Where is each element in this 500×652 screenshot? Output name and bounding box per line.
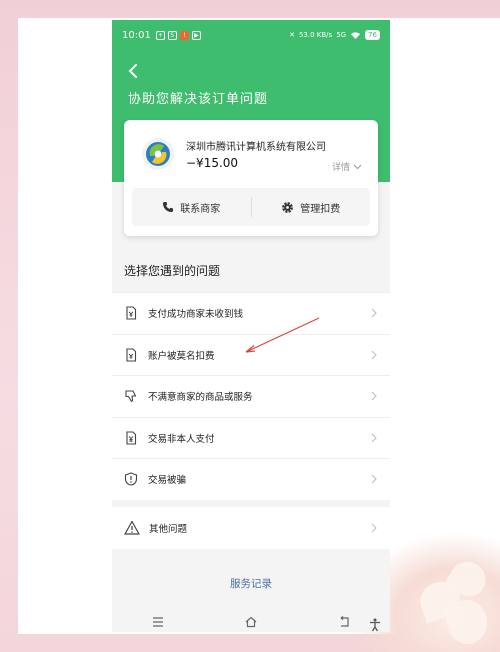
notification-icon: + — [155, 30, 165, 40]
net-speed: 53.0 KB/s — [298, 31, 333, 39]
gear-icon — [282, 201, 294, 213]
chevron-right-icon — [371, 350, 377, 360]
receipt-icon — [126, 348, 137, 362]
warning-triangle-icon — [124, 520, 140, 535]
other-issues-item[interactable]: 其他问题 — [112, 507, 390, 549]
list-item-label: 账户被莫名扣费 — [148, 350, 215, 362]
wifi-icon — [351, 31, 361, 39]
section-title: 选择您遇到的问题 — [124, 264, 221, 278]
service-record-link[interactable]: 服务记录 — [112, 576, 390, 591]
status-bar: 10:01 + S ! ▶ ✕ 53.0 KB/s 5G 76 — [112, 20, 390, 50]
contact-merchant-label: 联系商家 — [180, 203, 221, 215]
chevron-right-icon — [371, 523, 377, 533]
merchant-actions: 联系商家 管理扣费 — [132, 188, 370, 226]
list-item[interactable]: 不满意商家的商品或服务 — [112, 375, 390, 417]
back-nav-icon[interactable] — [337, 616, 351, 628]
chevron-down-icon — [353, 164, 362, 169]
notification-icon: ! — [179, 30, 189, 40]
status-right: ✕ 53.0 KB/s 5G 76 — [289, 30, 380, 40]
back-arrow-icon[interactable] — [126, 62, 140, 80]
chevron-right-icon — [371, 308, 377, 318]
problem-list: 支付成功商家未收到钱 账户被莫名扣费 不满意商家的商品或服务 交易非本人支付 交… — [112, 292, 390, 500]
thumbs-down-icon — [125, 390, 137, 403]
merchant-name: 深圳市腾讯计算机系统有限公司 — [186, 142, 326, 153]
mute-icon: ✕ — [289, 31, 295, 39]
list-item[interactable]: 交易非本人支付 — [112, 416, 390, 459]
detail-label: 详情 — [331, 163, 350, 173]
notification-icon: S — [167, 30, 177, 40]
transaction-amount: −¥15.00 — [186, 156, 239, 170]
system-nav-bar — [112, 612, 390, 632]
detail-toggle[interactable]: 详情 — [332, 160, 362, 173]
manage-deduction-button[interactable]: 管理扣费 — [252, 188, 371, 226]
phone-screen: 10:01 + S ! ▶ ✕ 53.0 KB/s 5G 76 协助您解决该订单… — [112, 20, 390, 632]
merchant-card: 深圳市腾讯计算机系统有限公司 −¥15.00 详情 联系商家 管理扣费 — [124, 120, 378, 236]
battery-icon: 76 — [365, 30, 380, 40]
merchant-logo — [142, 138, 174, 170]
manage-deduction-label: 管理扣费 — [300, 203, 341, 215]
receipt-icon — [126, 306, 137, 320]
list-item[interactable]: 支付成功商家未收到钱 — [112, 292, 390, 334]
home-icon[interactable] — [244, 616, 258, 628]
contact-merchant-button[interactable]: 联系商家 — [132, 188, 251, 226]
shield-alert-icon — [124, 472, 138, 486]
signal-label: 5G — [336, 31, 347, 39]
list-item[interactable]: 交易被骗 — [112, 458, 390, 500]
phone-icon — [163, 202, 174, 212]
list-item-label: 交易被骗 — [148, 475, 187, 487]
page-title: 协助您解决该订单问题 — [128, 92, 269, 107]
list-item-label: 支付成功商家未收到钱 — [148, 309, 244, 321]
receipt-yen-icon — [126, 431, 137, 445]
status-time: 10:01 — [122, 29, 151, 41]
chevron-right-icon — [371, 474, 377, 484]
menu-icon[interactable] — [151, 616, 165, 628]
list-item[interactable]: 账户被莫名扣费 — [112, 333, 390, 376]
chevron-right-icon — [371, 433, 377, 443]
accessibility-icon[interactable] — [368, 618, 382, 632]
notification-icon: ▶ — [191, 30, 201, 40]
list-item-label: 交易非本人支付 — [148, 433, 215, 445]
other-issues-label: 其他问题 — [149, 524, 188, 535]
list-item-label: 不满意商家的商品或服务 — [148, 392, 253, 404]
chevron-right-icon — [371, 391, 377, 401]
